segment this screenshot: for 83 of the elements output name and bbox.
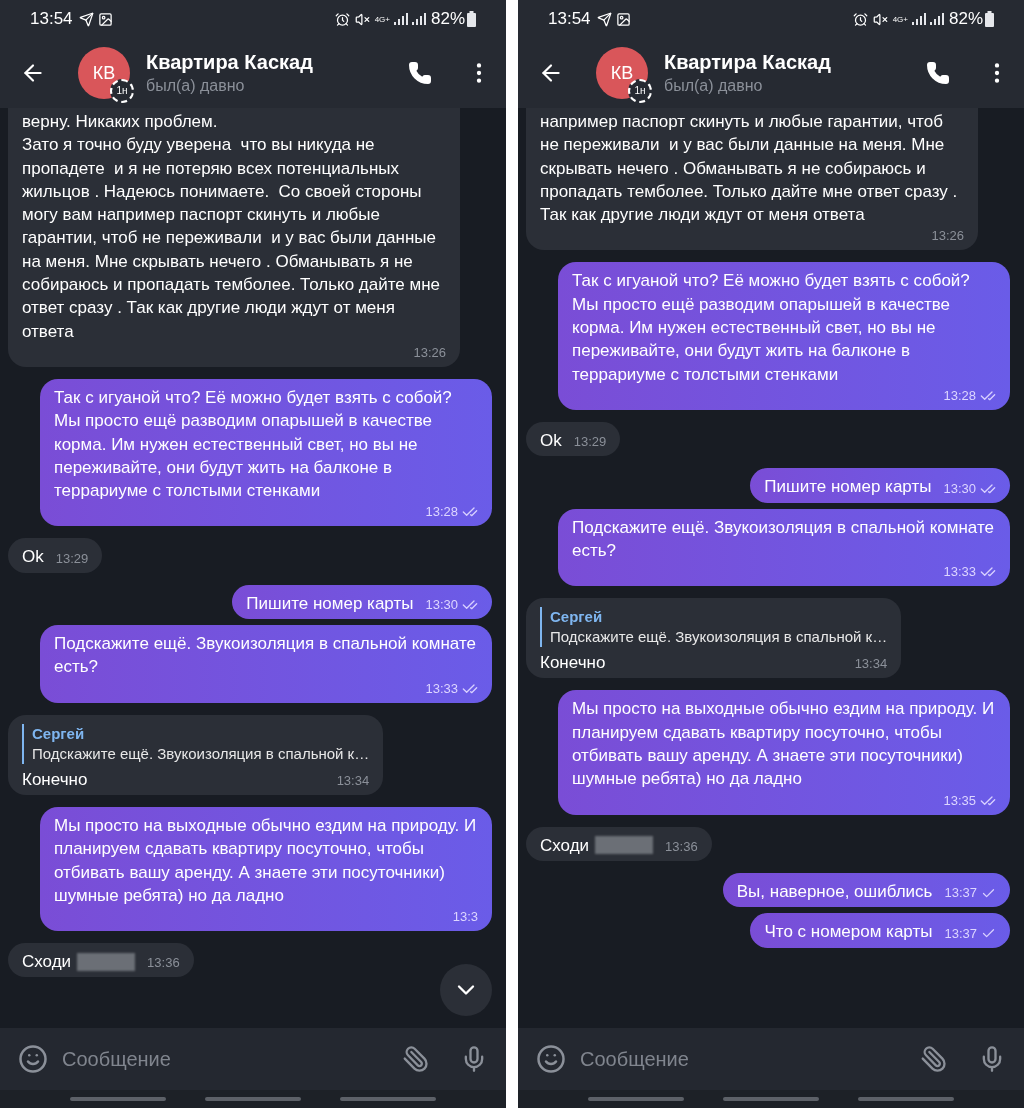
message-text: например паспорт скинуть и любые гарантии, чтоб не переживали и у вас были данные на меня. Мне скрывать нечего . Обманывать я не собираюсь и пропадать темболее. Только дайте мне ответ сразу . Так как другие люди ждут от меня ответа bbox=[540, 111, 959, 227]
paper-plane-icon bbox=[78, 11, 94, 27]
signal-icon bbox=[928, 12, 945, 26]
attach-icon[interactable] bbox=[402, 1045, 430, 1073]
message-time: 13:26 bbox=[413, 344, 446, 361]
message-text: верну. Никаких проблем. Зато я точно буду уверена что вы никуда не пропадете и я не потеряю всех потенциальных жильцов . Надеюсь понимаете. Со своей стороны могу вам например паспорт скинуть и любые гарантии, чтоб не переживали и у вас были данные на меня. Мне скрывать нечего . Обманывать я не собираюсь и пропадать темболее. Только дайте мне ответ сразу . Так как другие люди ждут от меня ответа bbox=[22, 111, 441, 343]
reply-author: Сергей bbox=[550, 607, 604, 628]
last-seen: был(а) давно bbox=[664, 76, 764, 96]
message-input-bar[interactable]: Сообщение bbox=[0, 1028, 506, 1090]
message-time: 13:29 bbox=[55, 550, 89, 567]
message-text: Пишите номер карты bbox=[764, 476, 932, 499]
alarm-icon bbox=[852, 11, 868, 27]
message-text: Так с игуаной что? Её можно будет взять с собой? Мы просто ещё разводим опарышей в качестве корма. Им нужен естественный свет, но вы не переживайте, они будут жить на балконе в террариуме с толстыми стенками bbox=[572, 270, 971, 386]
message-field[interactable]: Сообщение bbox=[62, 1039, 402, 1079]
message-text: Конечно bbox=[540, 652, 606, 675]
message-field[interactable]: Сообщение bbox=[580, 1039, 920, 1079]
message-text: Вы, наверное, ошиблись bbox=[736, 880, 933, 903]
message-time: 13:33 bbox=[943, 564, 976, 581]
signal-icon bbox=[910, 12, 927, 26]
message-text: Конечно bbox=[22, 768, 88, 791]
signal-icon bbox=[392, 12, 409, 26]
battery-icon bbox=[467, 11, 476, 27]
message-time: 13:30 bbox=[425, 597, 458, 614]
message-time: 13:29 bbox=[573, 434, 607, 451]
emoji-icon[interactable] bbox=[18, 1044, 48, 1074]
message-text: Пишите номер карты bbox=[246, 592, 414, 615]
call-icon[interactable] bbox=[408, 61, 432, 85]
message-input-bar[interactable]: Сообщение bbox=[518, 1028, 1024, 1090]
message-text: Мы просто на выходные обычно ездим на природу. И планируем сдавать квартиру посуточно, чтобы отбивать вашу аренду. А знаете эти посуточники) шумные ребята) но да ладно bbox=[54, 814, 478, 907]
message-time: 13:33 bbox=[425, 680, 458, 697]
message-time: 13:36 bbox=[665, 838, 698, 855]
chat-title: Квартира Каскад bbox=[664, 50, 832, 75]
battery-level: 82% bbox=[430, 8, 465, 31]
nav-bar-handle[interactable] bbox=[340, 1097, 437, 1101]
message-text: Ok bbox=[540, 429, 562, 452]
network-type: 4G+ bbox=[374, 14, 390, 24]
clock-time: 13:54 bbox=[30, 8, 73, 31]
message-text: Так с игуаной что? Её можно будет взять с собой? Мы просто ещё разводим опарышей в качестве корма. Им нужен естественный свет, но вы не переживайте, они будут жить на балконе в террариуме с толстыми стенками bbox=[54, 386, 453, 503]
network-type: 4G+ bbox=[892, 14, 908, 24]
call-icon[interactable] bbox=[926, 61, 950, 85]
message-time: 13:28 bbox=[425, 504, 458, 521]
message-time: 13:26 bbox=[931, 228, 964, 245]
nav-bar-handle[interactable] bbox=[858, 1097, 955, 1101]
image-icon bbox=[615, 11, 631, 27]
battery-level: 82% bbox=[948, 8, 983, 31]
message-text: Ok bbox=[22, 546, 44, 569]
nav-bar-handle[interactable] bbox=[723, 1097, 819, 1101]
message-text: Подскажите ещё. Звукоизоляция в спальной комнате есть? bbox=[54, 633, 477, 679]
message-time: 13:28 bbox=[943, 387, 976, 404]
attach-icon[interactable] bbox=[920, 1045, 948, 1073]
emoji-icon[interactable] bbox=[536, 1044, 566, 1074]
message-text: Подскажите ещё. Звукоизоляция в спальной комнате есть? bbox=[572, 516, 995, 562]
message-text: Сходи bbox=[540, 834, 590, 857]
story-badge: 1н bbox=[110, 79, 134, 103]
nav-bar-handle[interactable] bbox=[587, 1097, 684, 1101]
paper-plane-icon bbox=[596, 11, 612, 27]
mute-icon bbox=[354, 11, 370, 27]
message-text: Мы просто на выходные обычно ездим на природу. И планируем сдавать квартиру посуточно, чтобы отбивать вашу аренду. А знаете эти посуточники) шумные ребята) но да ладно bbox=[572, 698, 996, 791]
clock-time: 13:54 bbox=[548, 8, 591, 31]
reply-author: Сергей bbox=[32, 723, 86, 744]
message-time: 13:34 bbox=[854, 656, 888, 673]
reply-text: Подскажите ещё. Звукоизоляция в спальной к… bbox=[32, 743, 370, 764]
alarm-icon bbox=[334, 11, 350, 27]
signal-icon bbox=[410, 12, 427, 26]
message-time: 13:34 bbox=[336, 772, 370, 789]
last-seen: был(а) давно bbox=[146, 76, 246, 96]
nav-bar-handle[interactable] bbox=[205, 1097, 301, 1101]
reply-text: Подскажите ещё. Звукоизоляция в спальной к… bbox=[550, 627, 888, 648]
message-time: 13:37 bbox=[944, 925, 977, 942]
nav-bar-handle[interactable] bbox=[69, 1097, 166, 1101]
chat-title: Квартира Каскад bbox=[146, 50, 314, 75]
scroll-down-button[interactable] bbox=[440, 964, 492, 1016]
message-time: 13:35 bbox=[943, 792, 976, 809]
message-time: 13:37 bbox=[944, 885, 977, 902]
message-time: 13:30 bbox=[943, 480, 976, 497]
battery-icon bbox=[985, 11, 994, 27]
message-text: Сходи bbox=[22, 951, 72, 974]
message-text: Что с номером карты bbox=[764, 921, 933, 944]
image-icon bbox=[97, 11, 113, 27]
message-time: 13:36 bbox=[147, 955, 180, 972]
mute-icon bbox=[872, 11, 888, 27]
story-badge: 1н bbox=[628, 79, 652, 103]
message-time: 13:3 bbox=[452, 909, 478, 926]
